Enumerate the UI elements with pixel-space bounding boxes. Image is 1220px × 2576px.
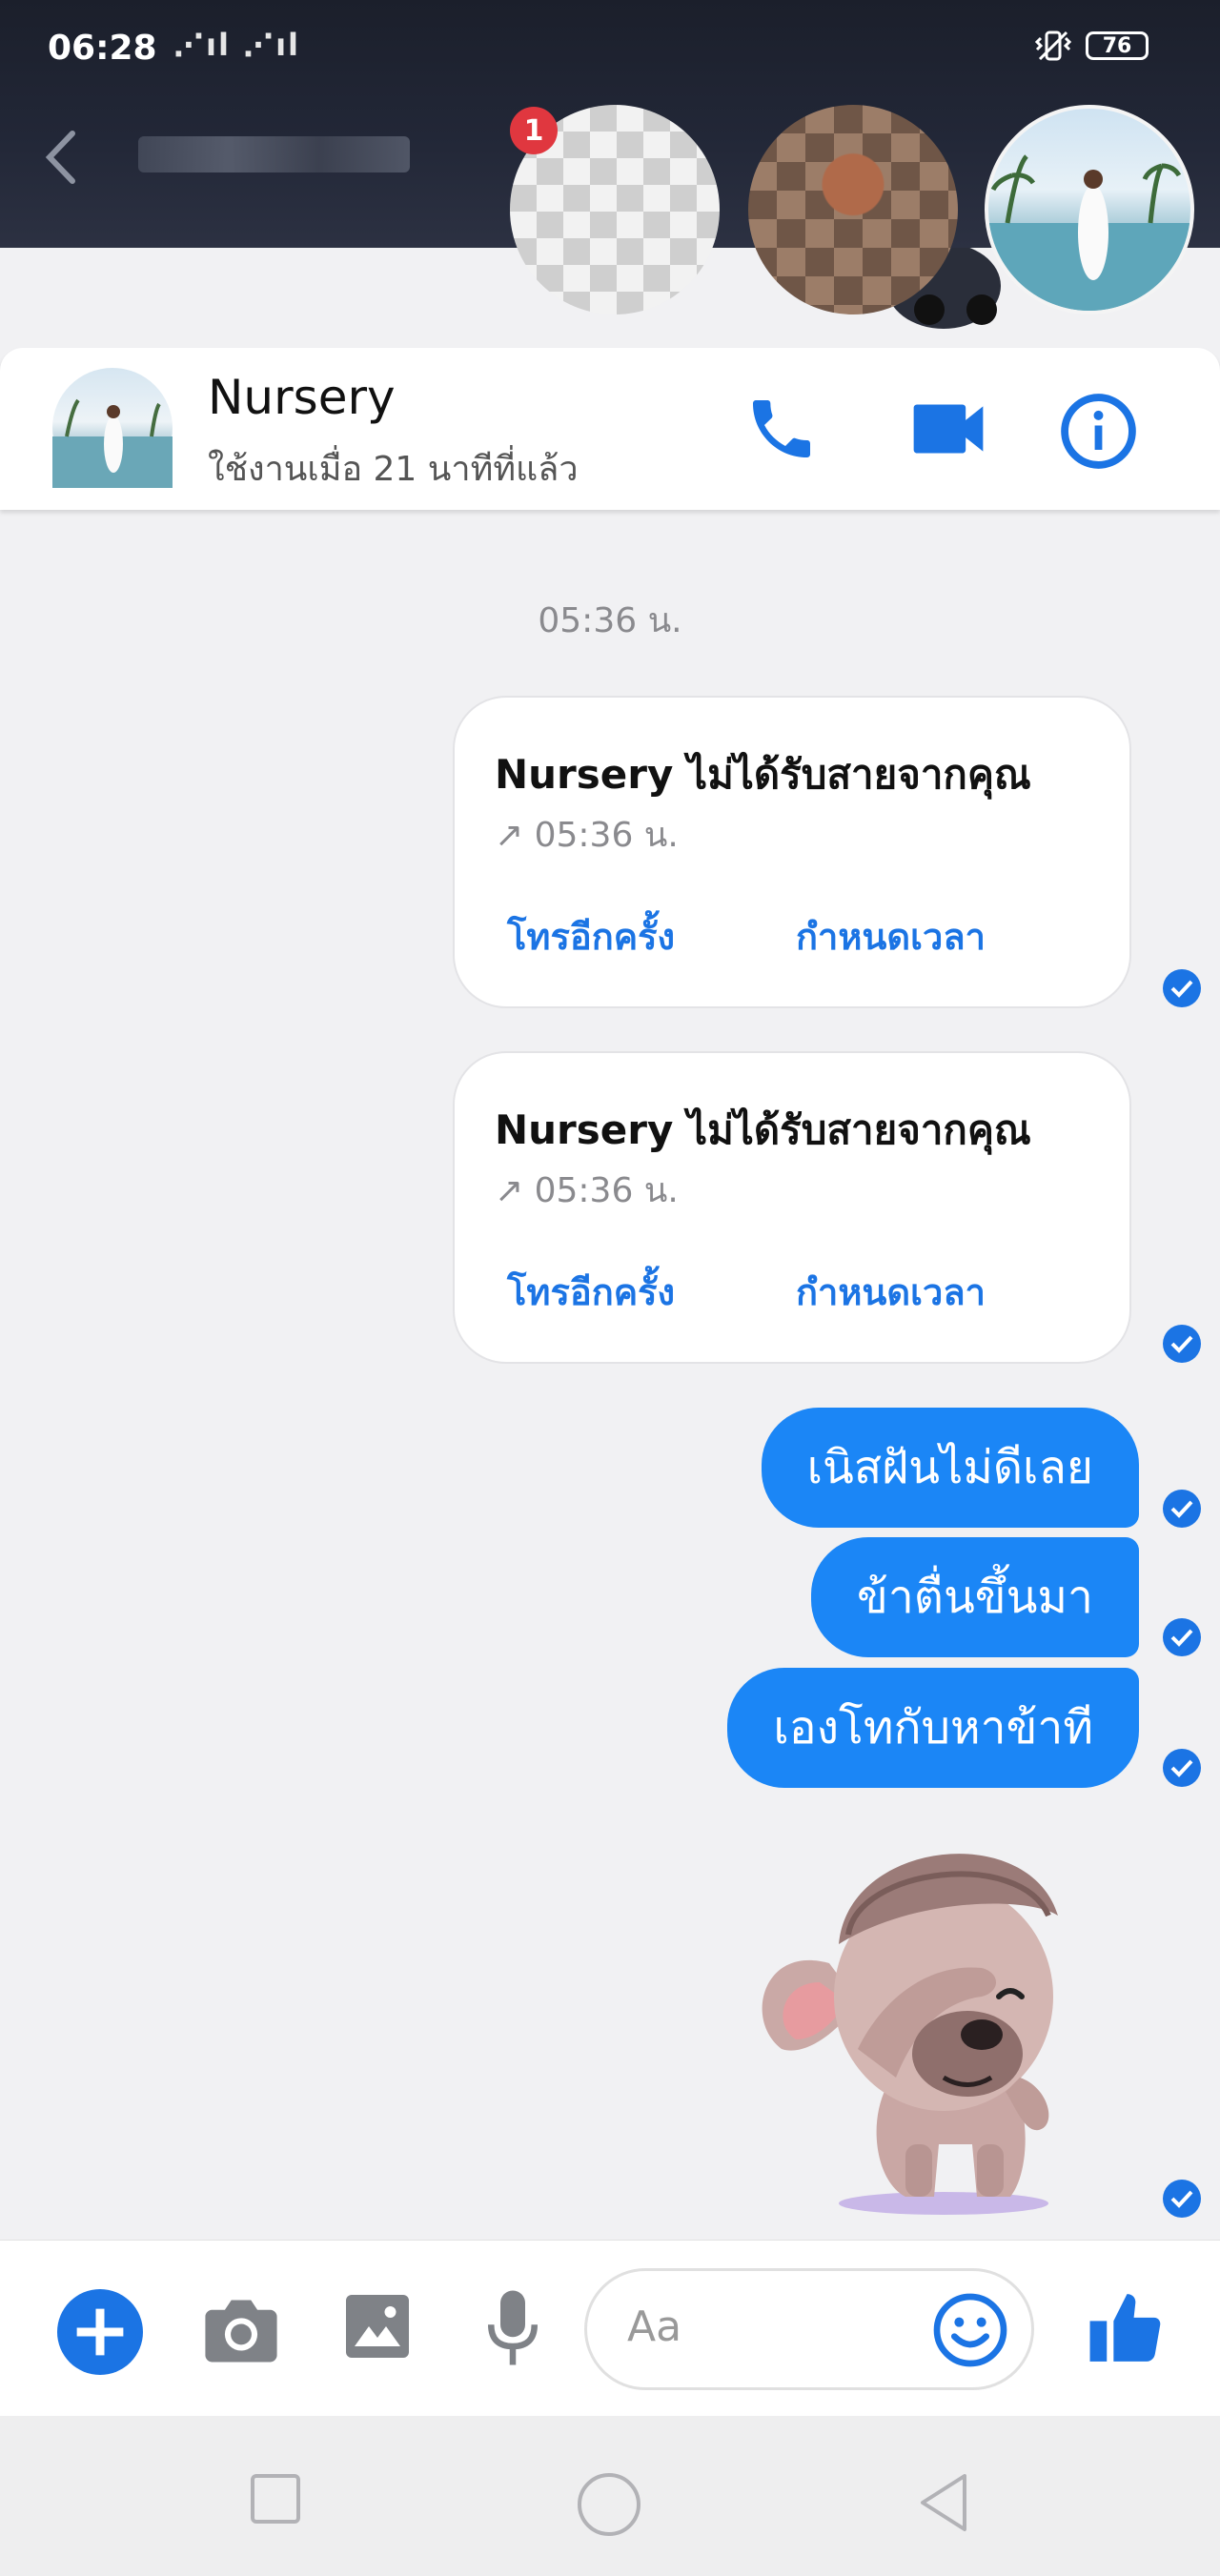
contact-avatar[interactable] bbox=[52, 368, 173, 488]
read-receipt-icon bbox=[1163, 1490, 1201, 1528]
read-receipt-icon bbox=[1163, 969, 1201, 1007]
battery-indicator: 76 bbox=[1086, 31, 1149, 60]
nav-recents-icon[interactable] bbox=[250, 2473, 301, 2525]
active-status: ใช้งานเมื่อ 21 นาทีที่แล้ว bbox=[208, 450, 579, 489]
vibrate-icon bbox=[1034, 30, 1072, 61]
call-again-button[interactable]: โทรอีกครั้ง bbox=[507, 1263, 675, 1321]
blurred-contact-name bbox=[138, 136, 410, 172]
microphone-icon[interactable] bbox=[488, 2287, 538, 2368]
nav-home-icon[interactable] bbox=[575, 2470, 643, 2539]
conversation-header bbox=[0, 348, 1220, 510]
chat-head-3-photo bbox=[988, 154, 1190, 311]
info-icon[interactable] bbox=[1058, 391, 1139, 472]
emoji-icon[interactable] bbox=[932, 2292, 1008, 2368]
plus-icon[interactable] bbox=[57, 2289, 143, 2375]
camera-icon[interactable] bbox=[202, 2297, 280, 2365]
contact-name: Nursery bbox=[208, 370, 396, 425]
schedule-button[interactable]: กำหนดเวลา bbox=[796, 907, 986, 965]
sent-message-bubble[interactable]: เองโทกับหาข้าที bbox=[727, 1668, 1139, 1788]
sent-message-bubble[interactable]: เนิสฝันไม่ดีเลย bbox=[761, 1408, 1139, 1528]
read-receipt-icon bbox=[1163, 2180, 1201, 2218]
phone-icon[interactable] bbox=[743, 391, 820, 467]
signal-icon: ⋰ıl ⋰ıl bbox=[173, 27, 301, 63]
unread-badge: 1 bbox=[510, 107, 558, 154]
status-right-group: 76 bbox=[1034, 29, 1149, 63]
dog-sticker[interactable] bbox=[743, 1801, 1106, 2221]
image-icon[interactable] bbox=[343, 2292, 412, 2361]
back-chevron-icon[interactable] bbox=[38, 124, 86, 191]
chat-head-3[interactable] bbox=[985, 105, 1194, 314]
status-time: 06:28 bbox=[48, 29, 157, 68]
call-again-button[interactable]: โทรอีกครั้ง bbox=[507, 907, 675, 965]
thumbs-up-icon[interactable] bbox=[1087, 2287, 1168, 2368]
video-camera-icon[interactable] bbox=[905, 391, 991, 467]
schedule-button[interactable]: กำหนดเวลา bbox=[796, 1263, 986, 1321]
missed-call-title: Nursery ไม่ได้รับสายจากคุณ bbox=[495, 1106, 1031, 1153]
read-receipt-icon bbox=[1163, 1618, 1201, 1656]
nav-back-icon[interactable] bbox=[915, 2470, 972, 2535]
message-text-field[interactable] bbox=[625, 2302, 915, 2352]
missed-call-card: Nursery ไม่ได้รับสายจากคุณ ↗ 05:36 น. โท… bbox=[453, 696, 1131, 1008]
missed-call-time: ↗ 05:36 น. bbox=[495, 1171, 679, 1210]
read-receipt-icon bbox=[1163, 1325, 1201, 1363]
missed-call-time-value: 05:36 น. bbox=[534, 816, 679, 855]
missed-call-title: Nursery ไม่ได้รับสายจากคุณ bbox=[495, 751, 1031, 798]
missed-call-time-value: 05:36 น. bbox=[534, 1171, 679, 1210]
chat-head-2[interactable] bbox=[748, 105, 958, 314]
message-timestamp: 05:36 น. bbox=[538, 601, 682, 640]
read-receipt-icon bbox=[1163, 1749, 1201, 1787]
missed-call-card: Nursery ไม่ได้รับสายจากคุณ ↗ 05:36 น. โท… bbox=[453, 1051, 1131, 1364]
sent-message-bubble[interactable]: ข้าตื่นขึ้นมา bbox=[811, 1537, 1139, 1657]
missed-call-time: ↗ 05:36 น. bbox=[495, 816, 679, 855]
avatar-photo bbox=[52, 398, 173, 488]
